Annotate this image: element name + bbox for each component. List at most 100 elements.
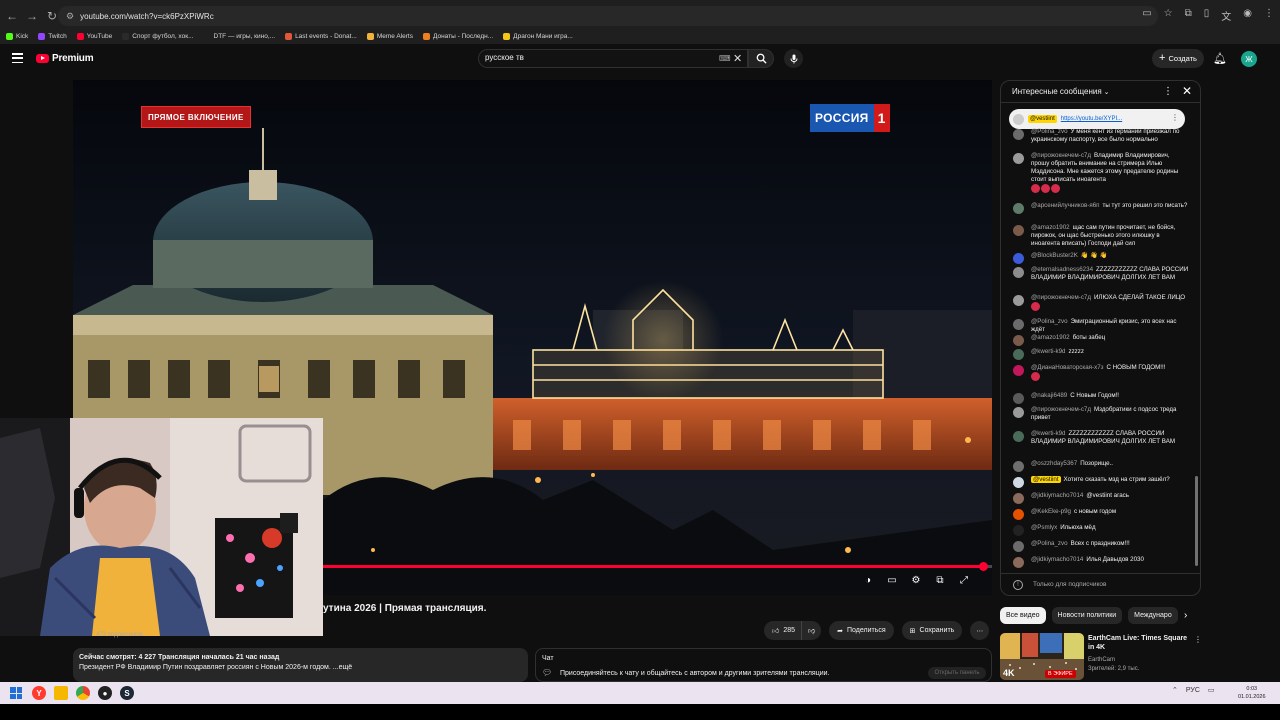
bookmark-star-icon[interactable]: ☆ <box>1164 8 1173 23</box>
chat-author[interactable]: @kwerti-k9d <box>1031 430 1065 437</box>
create-button[interactable]: + Создать <box>1152 49 1204 68</box>
profile-icon[interactable]: ◉ <box>1243 8 1252 23</box>
steam-icon[interactable]: S <box>120 686 134 700</box>
chat-options-icon[interactable]: ⋮ <box>1163 86 1173 97</box>
chat-avatar[interactable] <box>1013 349 1024 360</box>
description-box[interactable]: Сейчас смотрят: 4 227 Трансляция началас… <box>73 648 528 682</box>
chat-avatar[interactable] <box>1013 541 1024 552</box>
yandex-browser-icon[interactable]: Y <box>32 686 46 700</box>
chat-message[interactable]: @vestiint Хотите сказать мзд на стрим заш… <box>1013 476 1189 488</box>
chat-message[interactable]: @пирожокнечем-с7д Мздобратики с подсос тр… <box>1013 406 1189 422</box>
back-icon[interactable]: ← <box>4 8 20 24</box>
chat-avatar[interactable] <box>1013 295 1024 306</box>
open-chat-panel-button[interactable]: Открыть панель <box>928 667 986 679</box>
chat-message[interactable]: @Polina_zvo У меня кент из германии приез… <box>1013 128 1189 144</box>
search-box[interactable]: ⌨ ✕ <box>478 49 748 68</box>
chat-message[interactable]: @kwerti-k9d zzzzz <box>1013 348 1189 360</box>
chat-avatar[interactable] <box>1013 557 1024 568</box>
pinned-link[interactable]: https://youtu.be/XYPI... <box>1061 116 1122 122</box>
chat-avatar[interactable] <box>1013 335 1024 346</box>
chat-author[interactable]: @BlockBuster2K <box>1031 252 1078 259</box>
forward-icon[interactable]: → <box>24 8 40 24</box>
share-button[interactable]: ➦ Поделиться <box>829 621 894 640</box>
pinned-message[interactable]: @vestiint https://youtu.be/XYPI... ⋮ <box>1009 109 1185 129</box>
extensions-icon[interactable]: ⧉ <box>1185 8 1192 23</box>
chat-author[interactable]: @пирожокнечем-с7д <box>1031 294 1091 301</box>
more-actions-button[interactable]: ⋯ <box>970 621 990 640</box>
chat-avatar[interactable] <box>1013 267 1024 278</box>
chat-avatar[interactable] <box>1013 253 1024 264</box>
chat-avatar[interactable] <box>1013 153 1024 164</box>
chat-author[interactable]: @KekEke-p9g <box>1031 508 1071 515</box>
chat-message[interactable]: @eternalsadness6234 ZZZZZZZZZZZ СЛАВА РОС… <box>1013 266 1189 282</box>
chat-author[interactable]: @Psmlyx <box>1031 524 1057 531</box>
address-bar[interactable]: ⚙ youtube.com/watch?v=ck6PzXPiWRc <box>58 6 1158 26</box>
save-button[interactable]: ⊞ Сохранить <box>901 621 963 640</box>
chat-author[interactable]: @jidkiymacho7014 <box>1031 556 1083 563</box>
chat-avatar[interactable] <box>1013 225 1024 236</box>
chat-avatar[interactable] <box>1013 203 1024 214</box>
chat-author[interactable]: @vestiint <box>1031 476 1061 483</box>
chat-message[interactable]: @Polina_zvo Эмиграционный кризис, это все… <box>1013 318 1189 334</box>
chat-avatar[interactable] <box>1013 461 1024 472</box>
network-icon[interactable]: ▭ <box>1208 686 1215 694</box>
bookmark-item[interactable]: YouTube <box>76 32 112 40</box>
chat-message[interactable]: @jidkiymacho7014 Илья Давыдов 2030 <box>1013 556 1189 568</box>
menu-icon[interactable] <box>12 53 23 63</box>
chat-avatar[interactable] <box>1013 509 1024 520</box>
cast-icon[interactable]: ▭ <box>1142 8 1151 23</box>
chat-author[interactable]: @пирожокнечем-с7д <box>1031 406 1091 413</box>
chat-avatar[interactable] <box>1013 129 1024 140</box>
chat-avatar[interactable] <box>1013 365 1024 376</box>
chat-message[interactable]: @оszzhday5367 Позорище.. <box>1013 460 1189 472</box>
chat-message-list[interactable]: @Polina_zvo У меня кент из германии приез… <box>1001 128 1196 570</box>
chat-avatar[interactable] <box>1013 493 1024 504</box>
pinned-options-icon[interactable]: ⋮ <box>1171 113 1179 122</box>
chat-author[interactable]: @ДианаНоваторская-х7з <box>1031 364 1103 371</box>
chat-message[interactable]: @kwerti-k9d ZZZZZZZZZZZZ СЛАВА РОССИИ ВЛА… <box>1013 430 1189 446</box>
chat-avatar[interactable] <box>1013 407 1024 418</box>
dislike-button[interactable]: 👎︎ <box>801 621 822 640</box>
chat-avatar[interactable] <box>1013 477 1024 488</box>
bookmark-item[interactable]: Спорт футбол, хок... <box>122 32 194 40</box>
browser-menu-icon[interactable]: ⋮ <box>1264 8 1274 23</box>
bookmark-item[interactable]: Meme Alerts <box>366 32 413 40</box>
chat-message[interactable]: @арсенийлучников-я6п ты тут это решил это… <box>1013 202 1189 214</box>
filter-chip[interactable]: Все видео <box>1000 607 1046 624</box>
chat-author[interactable]: @Polina_zvo <box>1031 318 1068 325</box>
bookmark-item[interactable]: DTF — игры, кино,... <box>203 32 275 40</box>
chat-message[interactable]: @пирожокнечем-с7д Владимир Владимирович, … <box>1013 152 1189 193</box>
bookmark-item[interactable]: Twitch <box>38 32 67 40</box>
chat-message[interactable]: @BlockBuster2K 👋 👋 👋 <box>1013 252 1189 264</box>
chat-author[interactable]: @пирожокнечем-с7д <box>1031 152 1091 159</box>
chat-message[interactable]: @пирожокнечем-с7д ИЛЮХА СДЕЛАЙ ТАКОЕ ЛИЦО <box>1013 294 1189 311</box>
settings-gear-icon[interactable]: ⚙ <box>909 573 923 587</box>
chrome-icon[interactable] <box>76 686 90 700</box>
subtitles-icon[interactable]: ▭ <box>885 573 899 587</box>
clock[interactable]: 0:03 01.01.2026 <box>1238 685 1266 701</box>
chat-author[interactable]: @amazo1902 <box>1031 334 1070 341</box>
chat-scrollbar[interactable] <box>1195 476 1198 566</box>
progress-scrubber[interactable] <box>979 562 988 571</box>
chat-author[interactable]: @Polina_zvo <box>1031 128 1068 135</box>
voice-search-button[interactable] <box>784 49 803 68</box>
chat-avatar[interactable] <box>1013 393 1024 404</box>
chat-author[interactable]: @оszzhday5367 <box>1031 460 1077 467</box>
related-options-icon[interactable]: ⋮ <box>1194 635 1202 644</box>
clear-search-icon[interactable]: ✕ <box>733 52 742 65</box>
close-icon[interactable]: ✕ <box>1182 84 1192 98</box>
fullscreen-icon[interactable]: ⤢ <box>957 573 971 587</box>
filter-chip[interactable]: Междунаро <box>1128 607 1178 624</box>
notifications-bell-icon[interactable]: 🔔︎ <box>1213 52 1227 65</box>
chat-author[interactable]: @nakaji6489 <box>1031 392 1067 399</box>
youtube-logo[interactable]: Premium <box>36 53 94 64</box>
chat-author[interactable]: @jidkiymacho7014 <box>1031 492 1083 499</box>
search-button[interactable] <box>748 49 774 68</box>
file-explorer-icon[interactable] <box>54 686 68 700</box>
chat-message[interactable]: @ДианаНоваторская-х7з С НОВЫМ ГОДОМ!!! <box>1013 364 1189 381</box>
chat-avatar[interactable] <box>1013 431 1024 442</box>
account-avatar[interactable]: Ж <box>1241 51 1257 67</box>
language-indicator[interactable]: РУС <box>1186 687 1200 694</box>
like-button[interactable]: 👍︎ 285 <box>764 621 802 640</box>
chat-message[interactable]: @Polina_zvo Всех с праздником!!! <box>1013 540 1189 552</box>
